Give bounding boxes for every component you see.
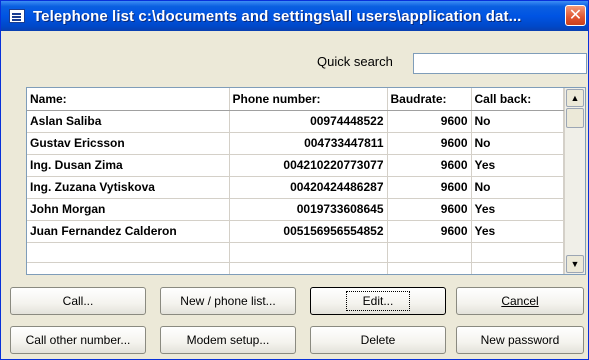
- phone-list-grid[interactable]: Name: Phone number: Baudrate: Call back:…: [26, 87, 586, 275]
- empty-table-row[interactable]: [27, 242, 564, 263]
- edit-button-label: Edit...: [345, 291, 411, 311]
- scroll-down-button[interactable]: ▼: [566, 255, 584, 273]
- table-row[interactable]: Ing. Dusan Zima 004210220773077 9600 Yes: [27, 154, 564, 177]
- close-button[interactable]: ✕: [565, 5, 586, 26]
- cell-name: Ing. Dusan Zima: [27, 154, 230, 177]
- table-row[interactable]: Gustav Ericsson 004733447811 9600 No: [27, 132, 564, 155]
- cell-phone: 004733447811: [229, 132, 388, 155]
- window-app-icon: [9, 9, 25, 23]
- cell-baudrate: 9600: [387, 198, 472, 221]
- cell-baudrate: 9600: [387, 110, 472, 133]
- cell-callback: No: [471, 132, 564, 155]
- telephone-list-window: Telephone list c:\documents and settings…: [0, 0, 589, 360]
- quick-search-label: Quick search: [317, 54, 393, 69]
- title-bar[interactable]: Telephone list c:\documents and settings…: [1, 1, 588, 31]
- table-row[interactable]: Aslan Saliba 00974448522 9600 No: [27, 110, 564, 133]
- cell-name: Aslan Saliba: [27, 110, 230, 133]
- scroll-up-button[interactable]: ▲: [566, 89, 584, 107]
- window-title: Telephone list c:\documents and settings…: [33, 7, 522, 25]
- table-row[interactable]: Ing. Zuzana Vytiskova 00420424486287 960…: [27, 176, 564, 199]
- cell-name: Ing. Zuzana Vytiskova: [27, 176, 230, 199]
- delete-button[interactable]: Delete: [310, 326, 446, 354]
- cell-callback: Yes: [471, 220, 564, 243]
- table-row[interactable]: Juan Fernandez Calderon 005156956554852 …: [27, 220, 564, 243]
- cell-baudrate: 9600: [387, 220, 472, 243]
- cell-baudrate: 9600: [387, 176, 472, 199]
- phone-list-table: Name: Phone number: Baudrate: Call back:…: [27, 88, 564, 274]
- cell-phone: 00420424486287: [229, 176, 388, 199]
- cell-callback: Yes: [471, 154, 564, 177]
- edit-button[interactable]: Edit...: [310, 287, 446, 315]
- table-row[interactable]: John Morgan 0019733608645 9600 Yes: [27, 198, 564, 221]
- empty-table-row[interactable]: [27, 262, 564, 274]
- column-header-callback[interactable]: Call back:: [471, 88, 564, 111]
- column-header-baudrate[interactable]: Baudrate:: [387, 88, 472, 111]
- table-header-row: Name: Phone number: Baudrate: Call back:: [27, 88, 564, 111]
- cell-phone: 005156956554852: [229, 220, 388, 243]
- modem-setup-button[interactable]: Modem setup...: [160, 326, 296, 354]
- vertical-scrollbar[interactable]: ▲ ▼: [564, 88, 585, 274]
- cell-baudrate: 9600: [387, 154, 472, 177]
- call-button[interactable]: Call...: [10, 287, 146, 315]
- scroll-thumb[interactable]: [566, 108, 584, 128]
- cell-callback: No: [471, 176, 564, 199]
- quick-search-input[interactable]: [413, 53, 587, 74]
- cell-callback: No: [471, 110, 564, 133]
- cancel-button-label: Cancel: [501, 294, 539, 308]
- cell-phone: 0019733608645: [229, 198, 388, 221]
- cell-baudrate: 9600: [387, 132, 472, 155]
- cell-name: John Morgan: [27, 198, 230, 221]
- column-header-phone[interactable]: Phone number:: [229, 88, 388, 111]
- cell-name: Gustav Ericsson: [27, 132, 230, 155]
- cell-phone: 004210220773077: [229, 154, 388, 177]
- call-other-number-button[interactable]: Call other number...: [10, 326, 146, 354]
- cell-name: Juan Fernandez Calderon: [27, 220, 230, 243]
- new-phone-list-button[interactable]: New / phone list...: [160, 287, 296, 315]
- cell-phone: 00974448522: [229, 110, 388, 133]
- cell-callback: Yes: [471, 198, 564, 221]
- new-password-button[interactable]: New password: [456, 326, 584, 354]
- cancel-button[interactable]: Cancel: [456, 287, 584, 315]
- column-header-name[interactable]: Name:: [27, 88, 230, 111]
